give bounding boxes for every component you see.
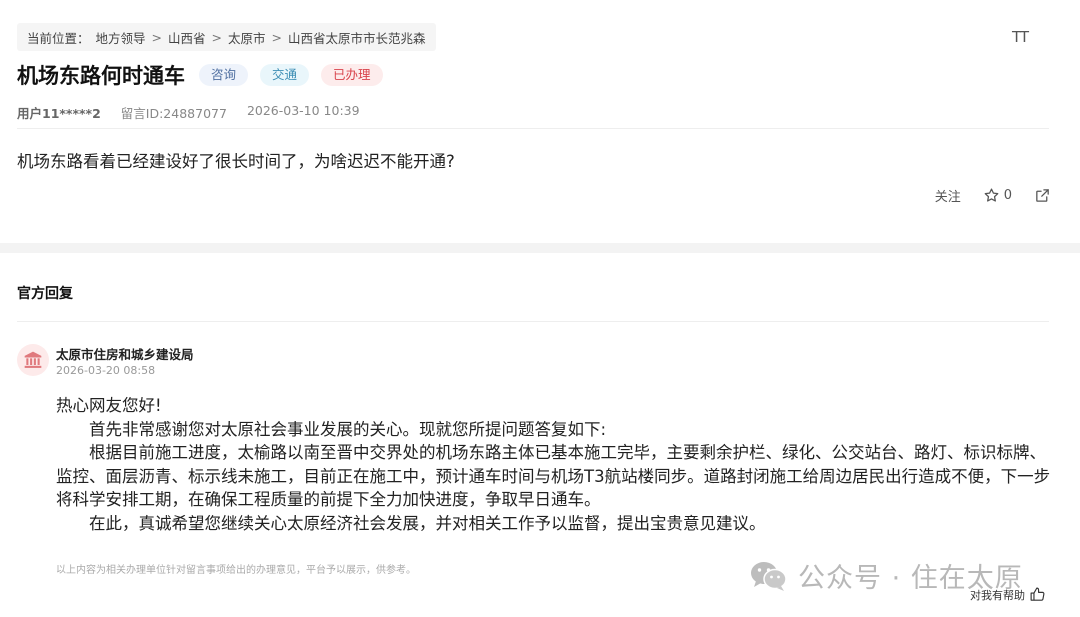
- divider: [17, 128, 1049, 129]
- star-icon: [984, 188, 999, 202]
- message-actions: 关注 0: [935, 186, 1051, 205]
- breadcrumb-item-province[interactable]: 山西省: [168, 28, 206, 47]
- reply-body: 热心网友您好! 首先非常感谢您对太原社会事业发展的关心。现就您所提问题答复如下:…: [56, 394, 1056, 535]
- star-count: 0: [1003, 188, 1012, 203]
- helpful-label: 对我有帮助: [970, 588, 1025, 602]
- breadcrumb-item-city[interactable]: 太原市: [228, 28, 266, 47]
- reply-section-title: 官方回复: [17, 286, 73, 302]
- breadcrumb-separator: >: [151, 29, 163, 45]
- message-meta: 用户11*****2 留言ID:24887077 2026-03-10 10:3…: [17, 103, 360, 122]
- message-id: 留言ID:24887077: [120, 106, 227, 121]
- font-size-icon[interactable]: TT: [1012, 28, 1029, 46]
- breadcrumb-separator: >: [271, 29, 283, 45]
- reply-greeting: 热心网友您好!: [56, 396, 162, 415]
- reply-org-name: 太原市住房和城乡建设局: [56, 347, 194, 362]
- share-button[interactable]: [1034, 187, 1051, 204]
- message-title: 机场东路何时通车: [17, 64, 185, 88]
- avatar: [17, 344, 49, 376]
- title-row: 机场东路何时通车 咨询 交通 已办理: [17, 60, 383, 90]
- breadcrumb: 当前位置： 地方领导 > 山西省 > 太原市 > 山西省太原市市长范兆森: [17, 23, 436, 51]
- helpful-button[interactable]: 对我有帮助: [970, 586, 1046, 603]
- breadcrumb-item-mayor[interactable]: 山西省太原市市长范兆森: [288, 28, 426, 47]
- breadcrumb-prefix: 当前位置：: [27, 30, 90, 46]
- message-datetime: 2026-03-10 10:39: [246, 103, 360, 118]
- breadcrumb-separator: >: [211, 29, 223, 45]
- wechat-icon: [751, 561, 787, 591]
- share-icon: [1036, 189, 1049, 202]
- follow-button[interactable]: 关注: [935, 186, 961, 205]
- reply-datetime: 2026-03-20 08:58: [56, 364, 156, 377]
- message-card: 当前位置： 地方领导 > 山西省 > 太原市 > 山西省太原市市长范兆森 TT …: [0, 0, 1080, 243]
- reply-paragraph: 首先非常感谢您对太原社会事业发展的关心。现就您所提问题答复如下:: [89, 419, 607, 439]
- message-content: 机场东路看着已经建设好了很长时间了，为啥迟迟不能开通?: [17, 152, 455, 171]
- reply-paragraph: 在此，真诚希望您继续关心太原经济社会发展，并对相关工作予以监督，提出宝贵意见建议…: [89, 513, 766, 533]
- tag-traffic: 交通: [260, 64, 310, 86]
- tag-consult: 咨询: [199, 64, 249, 86]
- breadcrumb-item-local-leaders[interactable]: 地方领导: [96, 28, 146, 47]
- divider: [17, 321, 1049, 322]
- status-badge: 已办理: [321, 64, 383, 86]
- reply-paragraph: 根据目前施工进度，太榆路以南至晋中交界处的机场东路主体已基本施工完毕，主要剩余护…: [56, 443, 1051, 509]
- government-building-icon: [24, 351, 42, 368]
- reply-disclaimer: 以上内容为相关办理单位针对留言事项给出的办理意见，平台予以展示，供参考。: [56, 565, 416, 576]
- message-user: 用户11*****2: [17, 106, 101, 121]
- star-button[interactable]: 0: [983, 187, 1012, 204]
- thumbs-up-icon: [1030, 587, 1045, 601]
